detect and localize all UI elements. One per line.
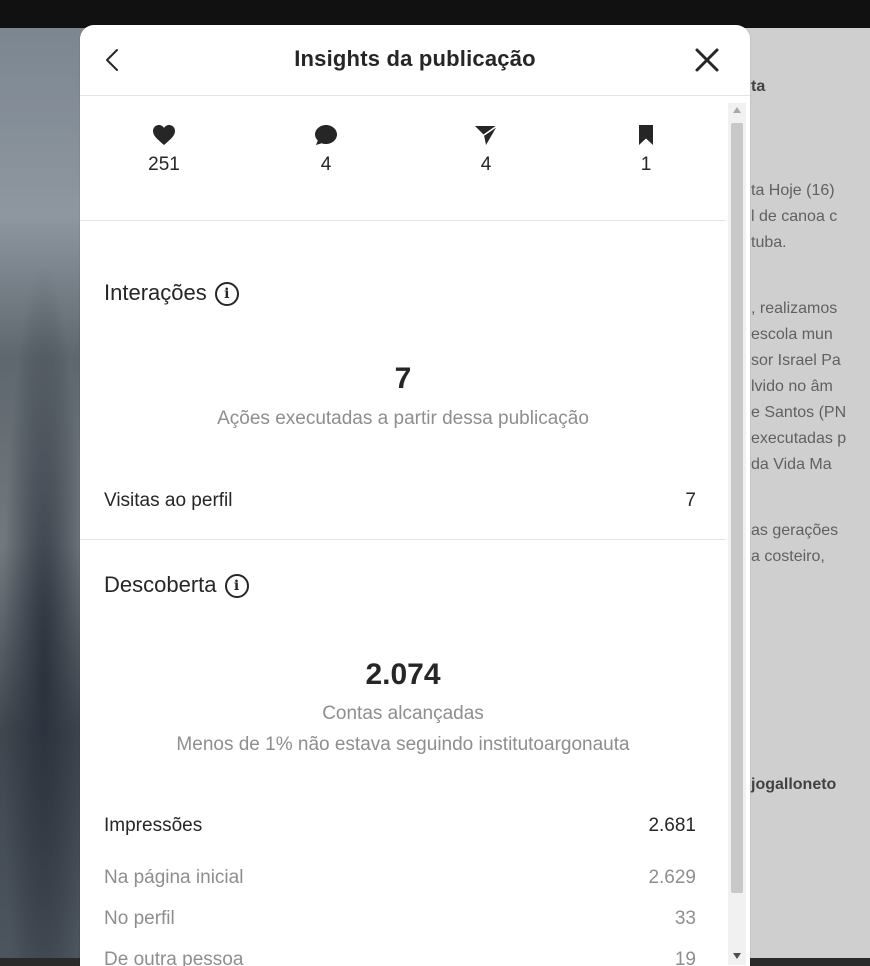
engagement-stats: 251 4 4 1 xyxy=(80,96,726,221)
likes-count: 251 xyxy=(148,154,180,175)
caption-line: l de canoa c xyxy=(751,208,838,225)
insights-scroll-area[interactable]: 251 4 4 1 Interações i 7 Ações executada… xyxy=(80,96,726,966)
saves-stat: 1 xyxy=(606,124,686,176)
impressions-other-value: 19 xyxy=(674,949,696,966)
caption-line: ta xyxy=(751,78,766,95)
likes-stat: 251 xyxy=(124,124,204,176)
caption-line: , realizamos xyxy=(751,300,838,317)
discovery-title: Descoberta xyxy=(104,572,217,597)
comments-stat: 4 xyxy=(286,124,366,176)
profile-visits-row: Visitas ao perfil 7 xyxy=(104,490,696,516)
caption-line: lvido no âm xyxy=(751,378,833,395)
comment-icon xyxy=(315,125,337,145)
impressions-label: Impressões xyxy=(104,815,203,836)
scrollbar[interactable] xyxy=(728,103,746,965)
impressions-other-label: De outra pessoa xyxy=(104,949,244,966)
interactions-total: 7 xyxy=(394,362,412,395)
discovery-heading: Descoberta i xyxy=(104,572,249,598)
caption-line: da Vida Ma xyxy=(751,456,832,473)
caption-line: sor Israel Pa xyxy=(751,352,841,369)
heart-icon xyxy=(153,125,175,145)
accounts-reached-caption: Contas alcançadas xyxy=(322,703,484,724)
caption-line: executadas p xyxy=(751,430,847,447)
impressions-home-value: 2.629 xyxy=(648,867,696,888)
info-icon[interactable]: i xyxy=(214,282,239,306)
impressions-row: Impressões 2.681 xyxy=(104,815,696,841)
impressions-profile-value: 33 xyxy=(674,908,696,929)
accounts-reached-total: 2.074 xyxy=(365,658,441,691)
close-icon xyxy=(695,48,719,72)
comments-count: 4 xyxy=(320,154,332,175)
shares-count: 4 xyxy=(480,154,492,175)
impressions-home-row: Na página inicial 2.629 xyxy=(104,867,696,893)
info-icon[interactable]: i xyxy=(224,574,249,598)
impressions-profile-row: No perfil 33 xyxy=(104,908,696,934)
profile-visits-value: 7 xyxy=(685,490,696,511)
impressions-value: 2.681 xyxy=(648,815,696,836)
interactions-heading: Interações i xyxy=(104,280,239,306)
modal-title: Insights da publicação xyxy=(294,46,536,71)
scroll-down-arrow-icon[interactable] xyxy=(733,953,741,959)
bookmark-icon xyxy=(639,125,653,145)
caption-line: ta Hoje (16) xyxy=(751,182,835,199)
section-divider xyxy=(80,539,726,540)
comment-username: jogalloneto xyxy=(751,776,837,793)
caption-line: tuba. xyxy=(751,234,787,251)
interactions-caption: Ações executadas a partir dessa publicaç… xyxy=(217,408,589,429)
impressions-profile-label: No perfil xyxy=(104,908,175,929)
impressions-home-label: Na página inicial xyxy=(104,867,244,888)
top-bar xyxy=(0,0,870,28)
non-followers-note: Menos de 1% não estava seguindo institut… xyxy=(176,734,630,755)
share-icon xyxy=(475,125,498,145)
shares-stat: 4 xyxy=(446,124,526,176)
saves-count: 1 xyxy=(640,154,652,175)
caption-line: as gerações xyxy=(751,522,839,539)
impressions-other-row: De outra pessoa 19 xyxy=(104,949,696,966)
interactions-title: Interações xyxy=(104,280,207,305)
close-button[interactable] xyxy=(690,43,724,77)
profile-visits-label: Visitas ao perfil xyxy=(104,490,233,511)
caption-line: e Santos (PN xyxy=(751,404,847,421)
scrollbar-thumb[interactable] xyxy=(731,123,743,893)
caption-line: escola mun xyxy=(751,326,833,343)
caption-line: a costeiro, xyxy=(751,548,825,565)
post-insights-modal: Insights da publicação 251 4 4 1 Interaç… xyxy=(80,25,750,966)
scroll-up-arrow-icon[interactable] xyxy=(733,107,741,113)
modal-header: Insights da publicação xyxy=(80,25,750,96)
post-caption-background: ta ta Hoje (16) l de canoa c tuba. , rea… xyxy=(735,28,870,966)
